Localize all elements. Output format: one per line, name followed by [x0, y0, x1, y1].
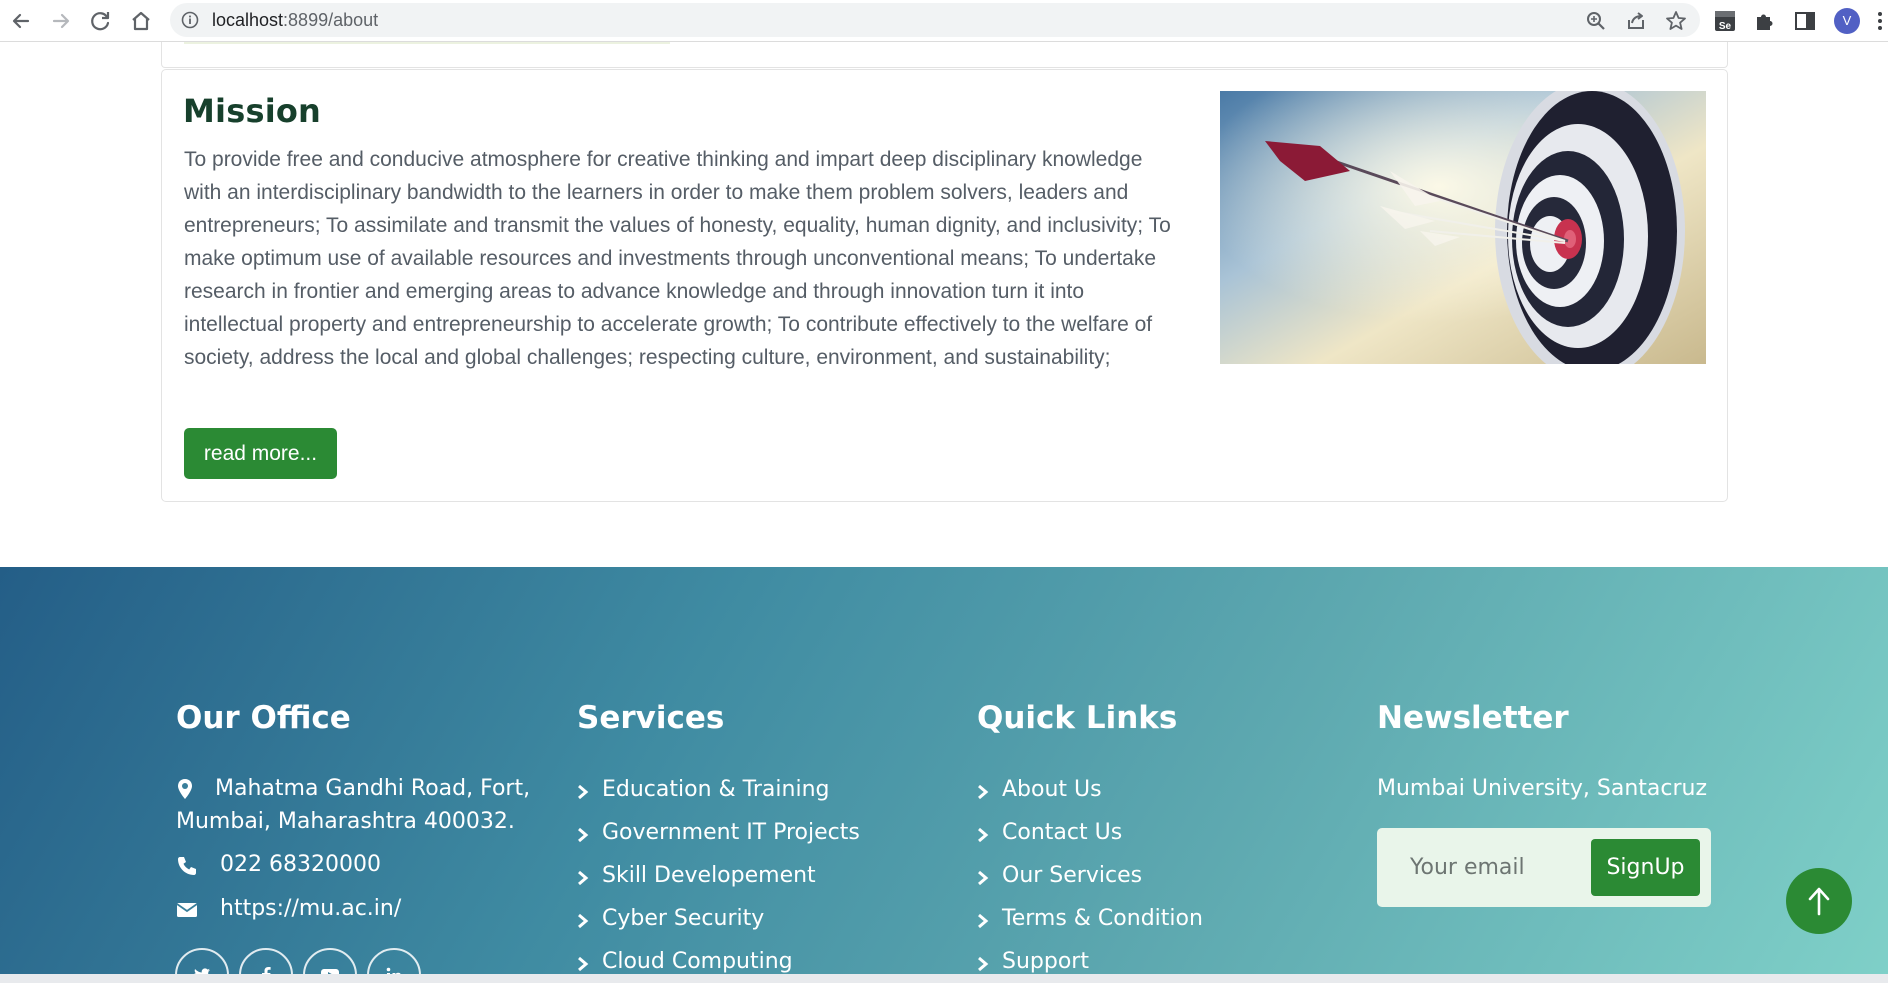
- selenium-extension-icon[interactable]: Se: [1712, 8, 1738, 34]
- side-panel-icon[interactable]: [1792, 8, 1818, 34]
- site-info-icon[interactable]: [180, 10, 200, 30]
- read-more-button[interactable]: read more...: [184, 428, 337, 479]
- chevron-right-icon: [976, 783, 990, 801]
- quick-link-services[interactable]: Our Services: [1002, 863, 1142, 888]
- services-link-government-it[interactable]: Government IT Projects: [602, 820, 860, 845]
- chevron-right-icon: [576, 826, 590, 844]
- chevron-right-icon: [976, 912, 990, 930]
- profile-avatar[interactable]: V: [1834, 8, 1860, 34]
- newsletter-location: Mumbai University, Santacruz: [1377, 776, 1707, 801]
- chevron-right-icon: [576, 955, 590, 973]
- services-link-cyber-security[interactable]: Cyber Security: [602, 906, 764, 931]
- url-text[interactable]: localhost:8899/about: [212, 3, 378, 37]
- extensions-puzzle-icon[interactable]: [1752, 8, 1778, 34]
- office-heading: Our Office: [176, 700, 351, 736]
- reload-icon[interactable]: [86, 6, 116, 36]
- share-icon[interactable]: [1624, 9, 1648, 33]
- quick-link-contact[interactable]: Contact Us: [1002, 820, 1122, 845]
- address-bar[interactable]: localhost:8899/about: [170, 3, 1700, 37]
- home-icon[interactable]: [126, 6, 156, 36]
- back-icon[interactable]: [6, 6, 36, 36]
- previous-card-divider: [184, 42, 670, 44]
- newsletter-email-input[interactable]: [1389, 840, 1579, 895]
- quick-link-terms[interactable]: Terms & Condition: [1002, 906, 1203, 931]
- url-host: localhost: [212, 10, 284, 30]
- services-link-education[interactable]: Education & Training: [602, 777, 829, 802]
- chevron-right-icon: [976, 869, 990, 887]
- newsletter-heading: Newsletter: [1377, 700, 1569, 736]
- back-to-top-button[interactable]: [1786, 868, 1852, 934]
- office-website[interactable]: https://mu.ac.in/: [220, 896, 401, 921]
- services-heading: Services: [577, 700, 725, 736]
- office-address-line1: Mahatma Gandhi Road, Fort,: [215, 776, 531, 801]
- browser-toolbar: localhost:8899/about Se V: [0, 0, 1888, 42]
- services-link-skill[interactable]: Skill Developement: [602, 863, 816, 888]
- mission-description: To provide free and conducive atmosphere…: [184, 148, 1171, 369]
- newsletter-signup-button[interactable]: SignUp: [1591, 839, 1700, 896]
- phone-icon: [175, 854, 199, 878]
- mission-target-image: [1220, 91, 1706, 364]
- office-phone: 022 68320000: [220, 852, 381, 877]
- svg-text:Se: Se: [1719, 21, 1732, 32]
- zoom-icon[interactable]: [1584, 9, 1608, 33]
- site-footer: Our Office Mahatma Gandhi Road, Fort, Mu…: [0, 567, 1888, 983]
- chevron-right-icon: [976, 826, 990, 844]
- office-address-line2: Mumbai, Maharashtra 400032.: [176, 809, 515, 834]
- browser-bottom-edge: [0, 974, 1888, 983]
- mission-title: Mission: [183, 92, 322, 130]
- arrow-up-icon: [1808, 887, 1830, 916]
- chevron-right-icon: [976, 955, 990, 973]
- map-marker-icon: [173, 777, 197, 801]
- chevron-right-icon: [576, 783, 590, 801]
- previous-card: [161, 42, 1728, 68]
- chevron-right-icon: [576, 869, 590, 887]
- url-path: :8899/about: [283, 10, 379, 30]
- quick-link-about[interactable]: About Us: [1002, 777, 1102, 802]
- services-link-cloud[interactable]: Cloud Computing: [602, 949, 793, 974]
- chevron-right-icon: [576, 912, 590, 930]
- quick-links-heading: Quick Links: [977, 700, 1178, 736]
- newsletter-form: SignUp: [1377, 828, 1711, 907]
- forward-icon[interactable]: [46, 6, 76, 36]
- mission-card: Mission To provide free and conducive at…: [161, 69, 1728, 502]
- browser-menu-icon[interactable]: [1872, 9, 1888, 33]
- quick-link-support[interactable]: Support: [1002, 949, 1089, 974]
- bookmark-star-icon[interactable]: [1664, 9, 1688, 33]
- envelope-icon: [175, 898, 199, 922]
